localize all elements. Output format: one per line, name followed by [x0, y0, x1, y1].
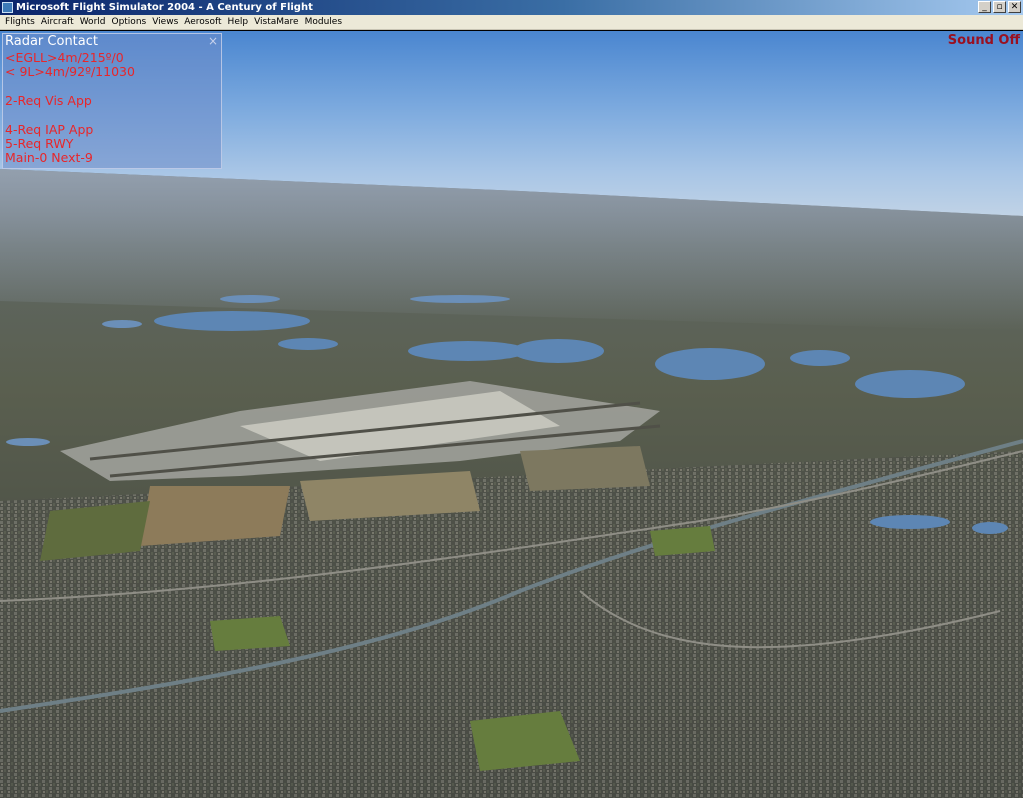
radar-contact-option-iap-app[interactable]: 4-Req IAP App [5, 122, 93, 137]
radar-contact-close-icon[interactable]: × [208, 34, 218, 48]
menu-options[interactable]: Options [108, 17, 149, 27]
menu-aircraft[interactable]: Aircraft [38, 17, 77, 27]
close-button[interactable]: ✕ [1008, 1, 1021, 13]
scenery-viewport[interactable]: Radar Contact × <EGLL>4m/215º/0 < 9L>4m/… [0, 31, 1023, 798]
radar-contact-option-rwy[interactable]: 5-Req RWY [5, 136, 73, 151]
menu-help[interactable]: Help [225, 17, 252, 27]
radar-contact-panel[interactable]: Radar Contact × <EGLL>4m/215º/0 < 9L>4m/… [2, 33, 222, 169]
menu-bar: Flights Aircraft World Options Views Aer… [0, 15, 1023, 30]
menu-aerosoft[interactable]: Aerosoft [181, 17, 224, 27]
radar-contact-line-runway: < 9L>4m/92º/11030 [5, 64, 135, 79]
menu-views[interactable]: Views [149, 17, 181, 27]
radar-contact-option-main-next[interactable]: Main-0 Next-9 [5, 150, 93, 165]
radar-contact-line-destination: <EGLL>4m/215º/0 [5, 50, 124, 65]
menu-world[interactable]: World [77, 17, 109, 27]
minimize-button[interactable]: _ [978, 1, 991, 13]
radar-contact-option-vis-app[interactable]: 2-Req Vis App [5, 93, 92, 108]
menu-vistamare[interactable]: VistaMare [251, 17, 302, 27]
menu-flights[interactable]: Flights [2, 17, 38, 27]
title-bar[interactable]: Microsoft Flight Simulator 2004 - A Cent… [0, 0, 1023, 15]
maximize-button[interactable]: ▫ [993, 1, 1006, 13]
radar-contact-title: Radar Contact [5, 34, 98, 49]
window-title: Microsoft Flight Simulator 2004 - A Cent… [16, 2, 313, 13]
sound-status: Sound Off [947, 33, 1020, 48]
menu-modules[interactable]: Modules [302, 17, 345, 27]
app-icon[interactable] [2, 2, 13, 13]
